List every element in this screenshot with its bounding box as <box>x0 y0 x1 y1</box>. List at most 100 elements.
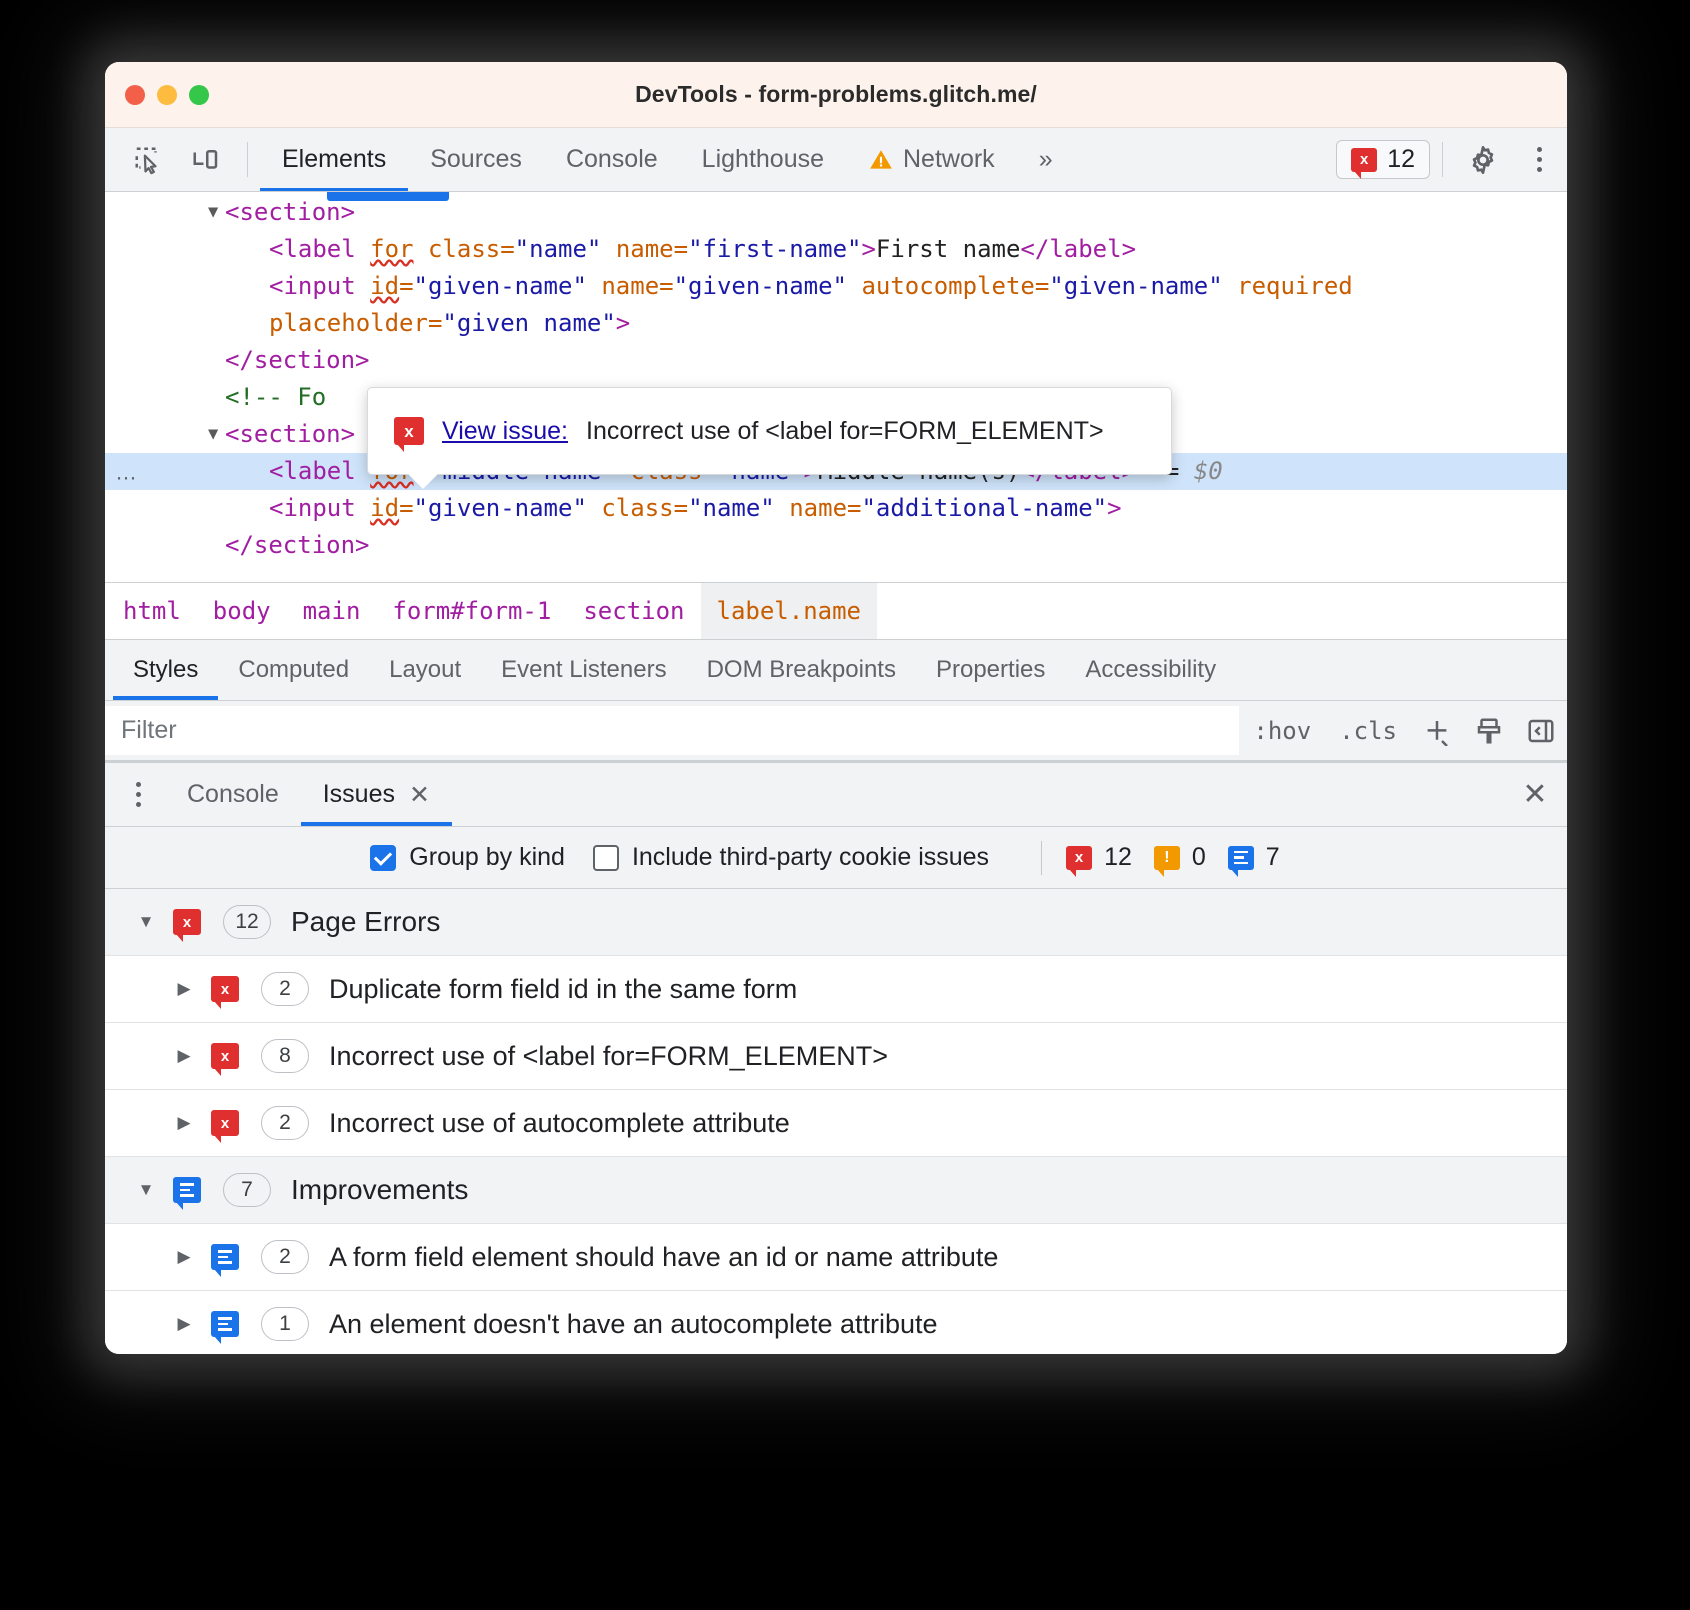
pane-tab-dom-breakpoints[interactable]: DOM Breakpoints <box>687 640 916 700</box>
breadcrumb-item-label-name[interactable]: label.name <box>701 583 878 639</box>
code-token: <label <box>269 457 370 485</box>
chevron-right-icon[interactable]: ▶ <box>173 1247 195 1267</box>
group-by-kind-checkbox-box[interactable] <box>370 845 396 871</box>
dom-line[interactable]: <input id="given-name" name="given-name"… <box>105 268 1567 305</box>
pane-tab-label: Properties <box>936 656 1045 684</box>
warning-count-group: ! 0 <box>1154 843 1206 872</box>
dom-line[interactable]: placeholder="given name"> <box>105 305 1567 342</box>
issue-count-badge: 2 <box>261 1240 309 1274</box>
plus-icon[interactable] <box>1411 701 1463 760</box>
chevron-down-icon[interactable]: ▼ <box>135 1180 157 1200</box>
issue-group-row[interactable]: ▼7Improvements <box>105 1157 1567 1224</box>
error-bubble-icon: x <box>1066 846 1092 870</box>
dom-line[interactable]: <label for class="name" name="first-name… <box>105 231 1567 268</box>
issue-title: Page Errors <box>291 906 440 938</box>
breadcrumb-item-main[interactable]: main <box>287 583 377 639</box>
filter-input[interactable] <box>105 706 1239 755</box>
toggle-sidebar-icon[interactable] <box>1515 701 1567 760</box>
issue-count-badge: 7 <box>223 1173 271 1207</box>
kebab-menu-icon[interactable] <box>1511 128 1567 191</box>
tab-elements[interactable]: Elements <box>260 128 408 191</box>
more-tabs-chevron-icon: » <box>1039 145 1053 174</box>
view-issue-link[interactable]: View issue: <box>442 413 568 450</box>
expand-triangle-icon[interactable]: ▼ <box>208 416 218 453</box>
toolbar-divider-3 <box>1041 841 1042 875</box>
issue-count-badge: 8 <box>261 1039 309 1073</box>
error-bubble-icon: x <box>211 1110 239 1136</box>
chevron-right-icon[interactable]: ▶ <box>173 1314 195 1334</box>
devtools-window: DevTools - form-problems.glitch.me/ Elem… <box>105 62 1567 1354</box>
dom-line[interactable]: ▼<section> <box>105 194 1567 231</box>
issue-tooltip: x View issue: Incorrect use of <label fo… <box>367 387 1172 475</box>
drawer-tab-issues[interactable]: Issues ✕ <box>301 763 452 826</box>
drawer-tab-bar: Console Issues ✕ ✕ <box>105 763 1567 827</box>
pane-tab-label: Styles <box>133 656 198 684</box>
code-token: = <box>399 272 413 300</box>
error-count-value: 12 <box>1104 843 1132 872</box>
drawer-kebab-menu-icon[interactable] <box>111 763 165 826</box>
issues-toolbar: Group by kind Include third-party cookie… <box>105 827 1567 889</box>
breadcrumb-item-section[interactable]: section <box>567 583 700 639</box>
code-token: "given-name" <box>674 272 847 300</box>
code-token: "additional-name" <box>861 494 1107 522</box>
warning-count-value: 0 <box>1192 843 1206 872</box>
hov-toggle-button[interactable]: :hov <box>1239 701 1325 760</box>
cls-toggle-button[interactable]: .cls <box>1325 701 1411 760</box>
chevron-right-icon[interactable]: ▶ <box>173 1046 195 1066</box>
dom-tree-lines: ▼<section><label for class="name" name="… <box>105 194 1567 564</box>
breadcrumb-item-html[interactable]: html <box>105 583 197 639</box>
expand-triangle-icon[interactable]: ▼ <box>208 194 218 231</box>
code-token: id <box>370 272 399 300</box>
tab-sources[interactable]: Sources <box>408 128 544 191</box>
group-by-kind-checkbox[interactable]: Group by kind <box>370 843 565 872</box>
pane-tab-accessibility[interactable]: Accessibility <box>1065 640 1236 700</box>
dom-tree-panel[interactable]: ▼<section><label for class="name" name="… <box>105 192 1567 582</box>
code-token: <input <box>269 272 370 300</box>
tab-console[interactable]: Console <box>544 128 680 191</box>
breadcrumb-item-form-form-1[interactable]: form#form-1 <box>376 583 567 639</box>
tab-lighthouse[interactable]: Lighthouse <box>680 128 846 191</box>
paintbrush-icon[interactable] <box>1463 701 1515 760</box>
code-token: > <box>616 309 630 337</box>
pane-tab-label: DOM Breakpoints <box>707 656 896 684</box>
warning-triangle-icon <box>868 147 894 173</box>
drawer-tab-console[interactable]: Console <box>165 763 301 826</box>
dom-line[interactable]: </section> <box>105 342 1567 379</box>
issues-list: ▼x12Page Errors▶x2Duplicate form field i… <box>105 889 1567 1354</box>
node-more-options-icon[interactable]: … <box>115 453 139 490</box>
pane-tab-properties[interactable]: Properties <box>916 640 1065 700</box>
issue-row[interactable]: ▶ 2 A form field element should have an id… <box>105 1224 1567 1291</box>
chevron-right-icon[interactable]: ▶ <box>173 979 195 999</box>
issue-group-row[interactable]: ▼x12Page Errors <box>105 889 1567 956</box>
drawer-spacer <box>452 763 1503 826</box>
issue-row[interactable]: ▶1An element doesn't have an autocomplet… <box>105 1291 1567 1354</box>
pane-tab-computed[interactable]: Computed <box>218 640 369 700</box>
third-party-cookies-checkbox[interactable]: Include third-party cookie issues <box>593 843 989 872</box>
close-drawer-icon[interactable]: ✕ <box>1503 763 1567 826</box>
pane-tab-styles[interactable]: Styles <box>113 640 218 700</box>
title-bar: DevTools - form-problems.glitch.me/ <box>105 62 1567 128</box>
issue-row[interactable]: ▶x8Incorrect use of <label for=FORM_ELEM… <box>105 1023 1567 1090</box>
code-token: $0 <box>1194 457 1223 485</box>
third-party-cookies-checkbox-box[interactable] <box>593 845 619 871</box>
dom-line[interactable]: <input id="given-name" class="name" name… <box>105 490 1567 527</box>
gear-icon[interactable] <box>1455 128 1511 191</box>
code-token: = <box>428 309 442 337</box>
chevron-down-icon[interactable]: ▼ <box>135 912 157 932</box>
error-count-button[interactable]: x 12 <box>1336 140 1430 179</box>
issue-row[interactable]: ▶x2Duplicate form field id in the same f… <box>105 956 1567 1023</box>
issue-row[interactable]: ▶x2Incorrect use of autocomplete attribu… <box>105 1090 1567 1157</box>
pane-tab-event-listeners[interactable]: Event Listeners <box>481 640 686 700</box>
dom-line[interactable]: </section> <box>105 527 1567 564</box>
pane-tab-layout[interactable]: Layout <box>369 640 481 700</box>
chevron-right-icon[interactable]: ▶ <box>173 1113 195 1133</box>
device-toolbar-icon[interactable] <box>177 128 235 191</box>
tab-network[interactable]: Network <box>846 128 1017 191</box>
styles-filter-row: :hov .cls <box>105 701 1567 761</box>
breadcrumb-item-body[interactable]: body <box>197 583 287 639</box>
more-tabs-button[interactable]: » <box>1017 128 1075 191</box>
code-token: <section> <box>225 198 355 226</box>
close-issues-tab-icon[interactable]: ✕ <box>409 780 430 810</box>
issue-title: A form field element should have an id o… <box>329 1242 998 1273</box>
inspect-element-icon[interactable] <box>119 128 177 191</box>
